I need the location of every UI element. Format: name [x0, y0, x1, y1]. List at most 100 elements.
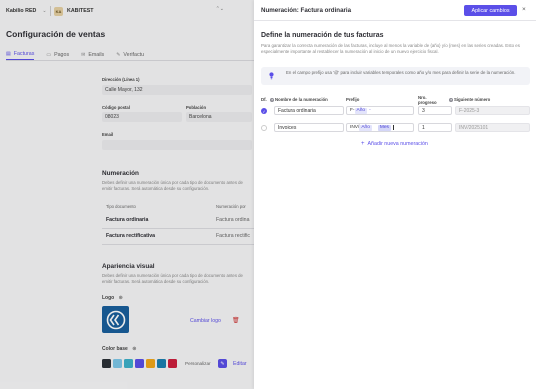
- address-label: Dirección (Línea 1): [102, 77, 140, 82]
- tab-facturas[interactable]: ▤ Facturas: [6, 49, 35, 60]
- address-field[interactable]: Calle Mayor, 132: [102, 85, 252, 95]
- tab-verifactu[interactable]: ✎ Verifactu: [116, 49, 144, 60]
- customize-label: Personalizar: [185, 361, 211, 366]
- progress-input[interactable]: 3: [418, 106, 452, 115]
- numbering-section-title: Numeración: [102, 170, 139, 177]
- panel-heading: Define la numeración de tus facturas: [261, 32, 384, 39]
- color-swatch[interactable]: [157, 359, 166, 368]
- prefix-variable-chip[interactable]: Mes: [377, 124, 391, 131]
- next-number-field: F-2025-3: [455, 106, 530, 115]
- population-field[interactable]: Barcelona: [186, 112, 252, 122]
- progress-input[interactable]: 1: [418, 123, 452, 132]
- color-swatch[interactable]: [146, 359, 155, 368]
- tab-bar: ▤ Facturas ▭ Pagos ✉ Emails ✎ Verifactu: [6, 49, 254, 61]
- prefix-variable-chip[interactable]: Año: [359, 124, 372, 131]
- color-swatches: [102, 359, 179, 368]
- panel-description: Para garantizar la correcta numeración d…: [261, 43, 520, 54]
- tab-emails[interactable]: ✉ Emails: [81, 49, 104, 60]
- column-header: Tipo documento: [106, 204, 136, 209]
- column-header-prefix: Prefijo: [346, 97, 360, 102]
- edit-color-link[interactable]: Editar: [233, 361, 247, 367]
- table-cell: Factura ordinaria: [106, 217, 149, 223]
- add-numbering-label: Añadir nueva numeración: [367, 141, 428, 147]
- close-icon[interactable]: ×: [522, 6, 526, 13]
- column-header-default: Df.: [261, 97, 267, 102]
- column-header: Numeración por: [216, 204, 246, 209]
- tab-label: Facturas: [13, 51, 35, 57]
- default-radio-unselected[interactable]: [261, 125, 267, 131]
- tab-label: Pagos: [54, 51, 70, 58]
- card-icon: ▭: [46, 51, 52, 58]
- panel-header: Numeración: Factura ordinaria Aplicar ca…: [254, 0, 536, 21]
- visual-section-description: Debes definir una numeración única por c…: [102, 273, 243, 284]
- tab-pagos[interactable]: ▭ Pagos: [46, 49, 69, 60]
- help-icon[interactable]: ?: [270, 97, 274, 102]
- workspace-name[interactable]: KABITEST: [67, 8, 94, 14]
- help-icon[interactable]: ⊛: [132, 346, 136, 352]
- chevron-down-icon[interactable]: ⌄: [42, 8, 46, 14]
- panel-title: Numeración: Factura ordinaria: [261, 7, 352, 14]
- column-header-progress: Nro. progreso: [418, 95, 437, 105]
- table-cell: Factura rectific: [216, 233, 251, 239]
- prefix-text: F-: [350, 108, 355, 113]
- numbering-name-input[interactable]: Factura ordinaria: [274, 106, 344, 115]
- default-radio-selected[interactable]: ✓: [261, 108, 267, 114]
- selector-arrows-icon[interactable]: ⌃⌄: [216, 6, 224, 12]
- mail-icon: ✉: [81, 51, 86, 58]
- population-label: Población: [186, 105, 207, 110]
- postal-code-label: Código postal: [102, 105, 130, 110]
- prefix-separator: -: [369, 108, 371, 113]
- logo-label: Logo ⊛: [102, 295, 123, 301]
- help-icon[interactable]: ⊛: [119, 295, 123, 301]
- color-swatch[interactable]: [113, 359, 122, 368]
- apply-changes-button[interactable]: Aplicar cambios: [464, 5, 517, 16]
- lightbulb-icon: [269, 72, 274, 80]
- help-icon[interactable]: ?: [449, 97, 453, 102]
- email-field[interactable]: [102, 140, 252, 150]
- divider: [49, 6, 51, 16]
- plus-icon: +: [361, 141, 365, 147]
- color-swatch[interactable]: [135, 359, 144, 368]
- numbering-section-description: Debes definir una numeración única por c…: [102, 180, 243, 191]
- base-color-label: Color base ⊛: [102, 346, 136, 352]
- prefix-input[interactable]: F- Año -: [346, 106, 414, 115]
- background-page: Kabilio RED ⌄ KA KABITEST ⌃⌄ Configuraci…: [0, 0, 254, 389]
- custom-color-swatch[interactable]: ✎: [218, 359, 227, 368]
- column-header-next-text: Siguiente número: [454, 97, 491, 102]
- color-swatch[interactable]: [124, 359, 133, 368]
- base-color-label-text: Color base: [102, 346, 128, 352]
- top-bar: Kabilio RED ⌄ KA KABITEST ⌃⌄: [6, 4, 254, 18]
- company-logo: [102, 306, 129, 333]
- visual-section-title: Apariencia visual: [102, 263, 155, 270]
- tab-label: Verifactu: [123, 51, 145, 58]
- workspace-avatar: KA: [54, 6, 64, 16]
- wrench-icon: ✎: [116, 51, 121, 58]
- document-icon: ▤: [6, 51, 11, 57]
- numbering-name-input[interactable]: Invoices: [274, 123, 344, 132]
- color-swatch[interactable]: [168, 359, 177, 368]
- color-swatch[interactable]: [102, 359, 111, 368]
- postal-code-field[interactable]: 08023: [102, 112, 182, 122]
- table-cell: Factura rectificativa: [106, 233, 156, 239]
- trash-icon[interactable]: 🗑: [232, 317, 240, 324]
- change-logo-link[interactable]: Cambiar logo: [190, 318, 221, 324]
- table-cell: Factura ordina: [216, 217, 250, 223]
- column-header-name: ? Nombre de la numeración: [270, 97, 328, 102]
- next-number-field: INV/2025101: [455, 123, 530, 132]
- text-caret: [392, 125, 394, 130]
- numbering-side-panel: Numeración: Factura ordinaria Aplicar ca…: [254, 0, 536, 389]
- table-row[interactable]: Factura rectificativa Factura rectific: [102, 229, 254, 245]
- table-row[interactable]: Factura ordinaria Factura ordina: [102, 213, 254, 229]
- info-callout: En el campo prefijo usa '@' para incluir…: [261, 67, 530, 85]
- company-name[interactable]: Kabilio RED: [6, 8, 36, 14]
- prefix-variable-chip[interactable]: Año: [354, 107, 368, 114]
- add-numbering-button[interactable]: + Añadir nueva numeración: [361, 141, 428, 147]
- column-header-next-number: ? Siguiente número: [449, 97, 490, 102]
- logo-mark-icon: [106, 310, 125, 329]
- page-title: Configuración de ventas: [6, 29, 106, 39]
- prefix-input[interactable]: INV/ Año Mes: [346, 123, 414, 132]
- column-header-name-text: Nombre de la numeración: [275, 97, 328, 102]
- numbering-table-header: Tipo documento Numeración por: [102, 203, 254, 211]
- tab-label: Emails: [88, 51, 105, 58]
- email-label: Email: [102, 132, 114, 137]
